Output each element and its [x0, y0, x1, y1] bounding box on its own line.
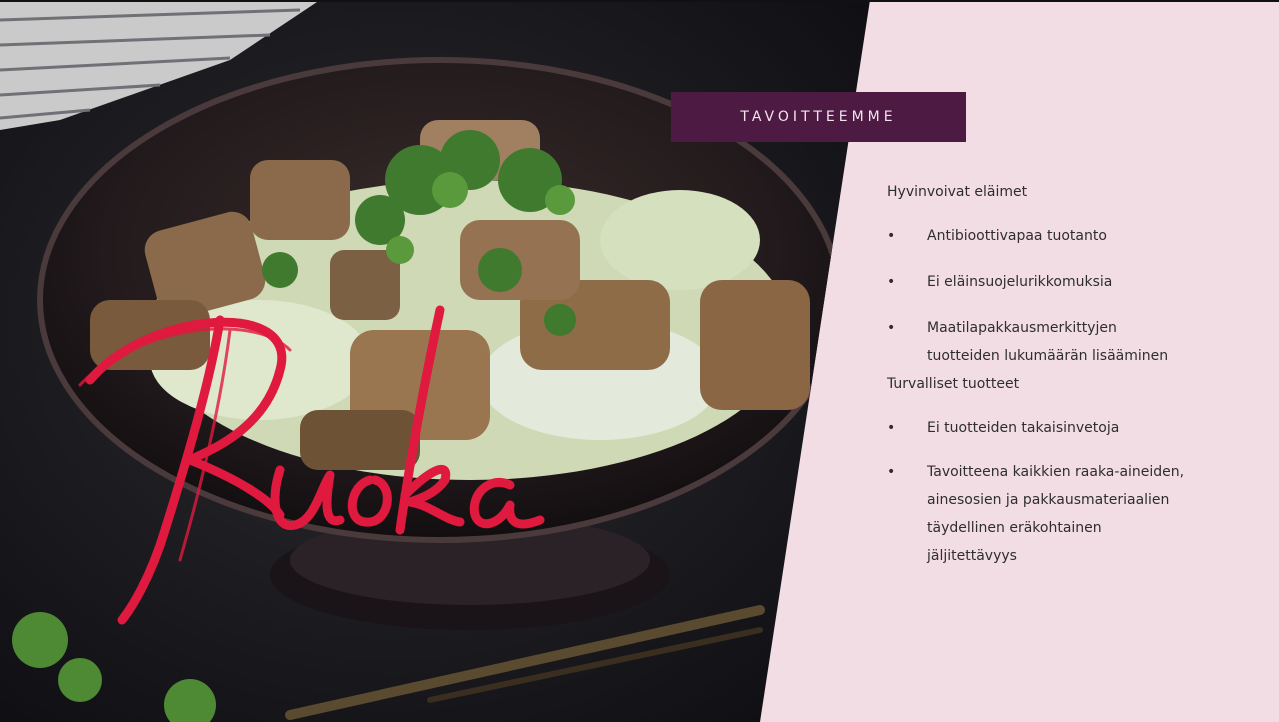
bullet-text: Ei eläinsuojelurikkomuksia [927, 274, 1113, 290]
list-item: • Antibioottivapaa tuotanto [887, 222, 1257, 250]
goals-content: Hyvinvoivat eläimet • Antibioottivapaa t… [887, 182, 1257, 586]
bullet-dot: • [887, 320, 896, 336]
bullet-text: Ei tuotteiden takaisinvetoja [927, 420, 1120, 436]
bullet-dot: • [887, 420, 896, 436]
bullet-dot: • [887, 274, 896, 290]
header-label: TAVOITTEEMME [740, 109, 897, 125]
bullet-text: Maatilapakkausmerkittyjen tuotteiden luk… [927, 320, 1169, 364]
header-box: TAVOITTEEMME [671, 92, 966, 142]
section-title-animal-welfare: Hyvinvoivat eläimet [887, 184, 1028, 200]
list-item: • Ei tuotteiden takaisinvetoja [887, 414, 1257, 442]
safe-products-list: • Ei tuotteiden takaisinvetoja • Tavoitt… [887, 414, 1257, 570]
script-title [78, 305, 545, 625]
bullet-text: Tavoitteena kaikkien raaka-aineiden, ain… [927, 464, 1185, 564]
bullet-text: Antibioottivapaa tuotanto [927, 228, 1107, 244]
list-item: • Tavoitteena kaikkien raaka-aineiden, a… [887, 458, 1189, 570]
top-border [0, 0, 1279, 2]
bullet-dot: • [887, 464, 896, 480]
bullet-dot: • [887, 228, 896, 244]
list-item: • Ei eläinsuojelurikkomuksia [887, 268, 1257, 296]
section-title-safe-products: Turvalliset tuotteet [887, 376, 1020, 392]
list-item: • Maatilapakkausmerkittyjen tuotteiden l… [887, 314, 1177, 370]
slide: TAVOITTEEMME Hyvinvoivat eläimet • Antib… [0, 0, 1279, 722]
animal-welfare-list: • Antibioottivapaa tuotanto • Ei eläinsu… [887, 222, 1257, 370]
